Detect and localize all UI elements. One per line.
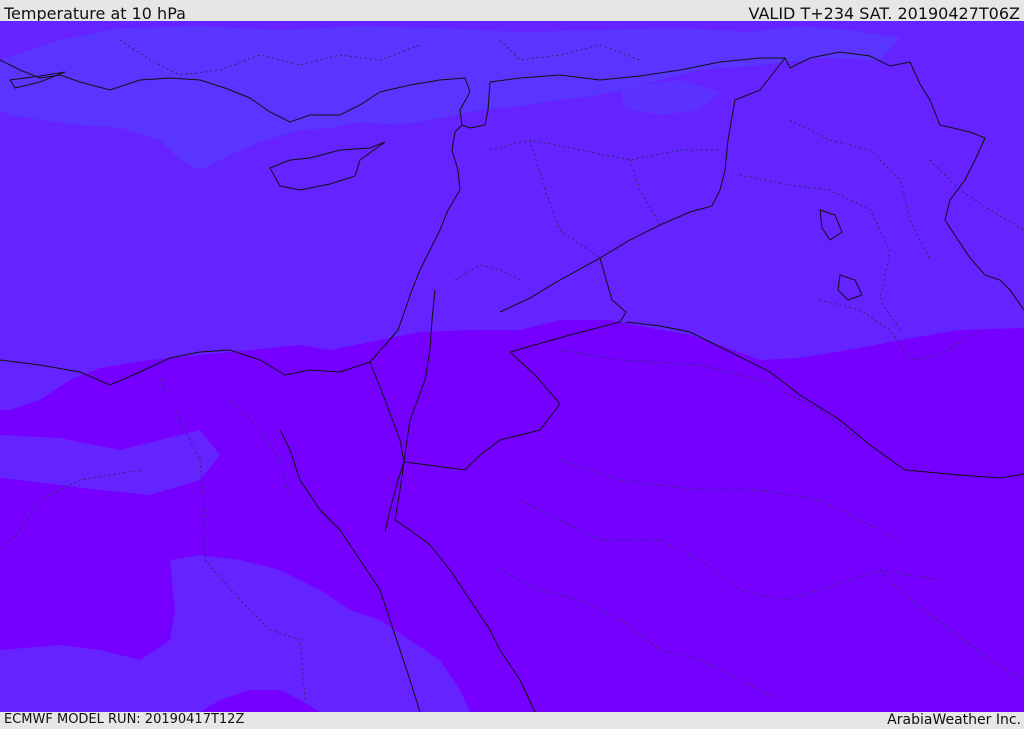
temperature-map	[0, 21, 1024, 712]
header-bar: Temperature at 10 hPa VALID T+234 SAT. 2…	[0, 0, 1024, 23]
brand-credit: ArabiaWeather Inc.	[887, 712, 1021, 728]
model-run: ECMWF MODEL RUN: 20190417T12Z	[4, 712, 245, 727]
